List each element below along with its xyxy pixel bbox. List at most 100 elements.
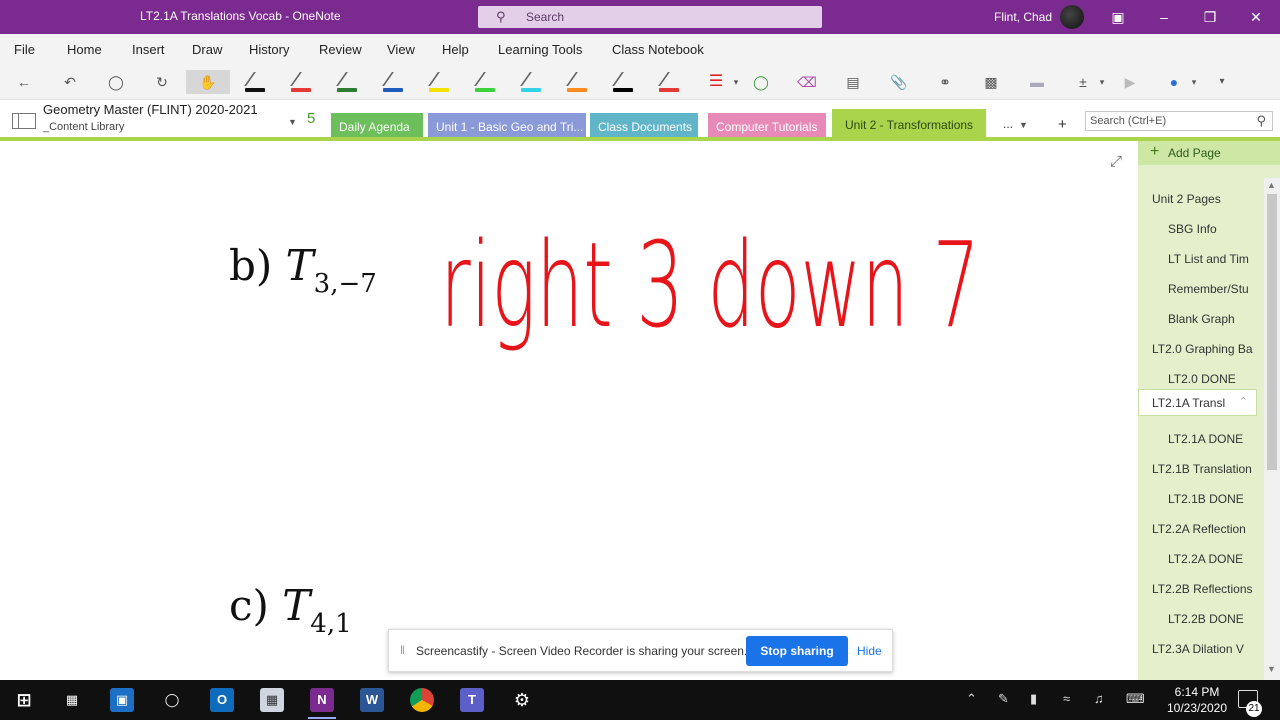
lasso-icon[interactable]: ↻: [150, 70, 174, 94]
outlook-icon[interactable]: O: [210, 688, 234, 712]
system-clock[interactable]: 6:14 PM 10/23/2020: [1162, 684, 1232, 716]
picture-icon[interactable]: ▩: [979, 70, 1003, 94]
eraser-icon[interactable]: ⌫: [795, 70, 819, 94]
search-icon[interactable]: ⚲: [1256, 113, 1266, 129]
scratch-app-icon[interactable]: ◯: [160, 688, 184, 712]
highlighter-orange-icon[interactable]: [566, 72, 588, 94]
stop-sharing-button[interactable]: Stop sharing: [746, 636, 848, 666]
highlighter-cyan-icon[interactable]: [520, 72, 542, 94]
notebook-icon[interactable]: [12, 113, 36, 129]
type-select-icon[interactable]: ◯: [104, 70, 128, 94]
section-tab-daily-agenda[interactable]: Daily Agenda: [331, 113, 423, 139]
replay-icon[interactable]: ▶: [1118, 70, 1142, 94]
page-item[interactable]: SBG Info: [1138, 216, 1266, 242]
navigate-back-icon[interactable]: 5: [307, 110, 315, 127]
menu-learning-tools[interactable]: Learning Tools: [498, 42, 582, 57]
page-item[interactable]: LT2.1A DONE: [1138, 426, 1266, 452]
insert-space-icon[interactable]: ▤: [841, 70, 865, 94]
attach-file-icon[interactable]: 📎: [887, 70, 911, 94]
battery-icon[interactable]: ▮: [1030, 691, 1037, 707]
page-item[interactable]: LT2.1B Translation: [1138, 456, 1266, 482]
section-tab-computer-tutorials[interactable]: Computer Tutorials: [708, 113, 826, 139]
pen-red-icon[interactable]: [290, 72, 312, 94]
page-item[interactable]: LT2.2A Reflection: [1138, 516, 1266, 542]
notebook-search-input[interactable]: Search (Ctrl+E) ⚲: [1085, 111, 1273, 131]
settings-gear-icon[interactable]: ⚙: [510, 688, 534, 712]
page-item[interactable]: Unit 2 Pages: [1138, 186, 1266, 212]
volume-icon[interactable]: ♫: [1094, 691, 1104, 706]
collapse-chevron-icon[interactable]: ⌃: [1239, 395, 1248, 408]
hide-button[interactable]: Hide: [857, 644, 882, 658]
windows-start-icon[interactable]: ⊞: [12, 688, 36, 712]
lasso-select-icon[interactable]: ◯: [749, 70, 773, 94]
chevron-down-icon[interactable]: ▼: [1019, 120, 1028, 130]
chrome-icon[interactable]: [410, 688, 434, 712]
pen-green-icon[interactable]: [336, 72, 358, 94]
ribbon-display-icon[interactable]: ▣: [1106, 7, 1130, 27]
section-tab-class-documents[interactable]: Class Documents: [590, 113, 698, 139]
notebook-name[interactable]: Geometry Master (FLINT) 2020-2021: [43, 102, 258, 117]
link-icon[interactable]: ⚭: [933, 70, 957, 94]
page-item[interactable]: LT2.3A Dilation V: [1138, 636, 1266, 662]
store-icon[interactable]: ▣: [110, 688, 134, 712]
undo-icon[interactable]: ↶: [58, 70, 82, 94]
menu-class-notebook[interactable]: Class Notebook: [612, 42, 704, 57]
scroll-down-icon[interactable]: ▼: [1267, 664, 1276, 674]
menu-view[interactable]: View: [387, 42, 415, 57]
highlighter-yellow-icon[interactable]: [428, 72, 450, 94]
pen-blue-icon[interactable]: [382, 72, 404, 94]
teams-icon[interactable]: T: [460, 688, 484, 712]
wifi-icon[interactable]: ≈: [1063, 691, 1070, 706]
word-icon[interactable]: W: [360, 688, 384, 712]
menu-draw[interactable]: Draw: [192, 42, 222, 57]
menu-home[interactable]: Home: [67, 42, 102, 57]
more-sections-icon[interactable]: ...: [1003, 117, 1013, 131]
ruler-icon[interactable]: ▬: [1025, 70, 1049, 94]
highlighter-green-icon[interactable]: [474, 72, 496, 94]
close-icon[interactable]: ✕: [1244, 7, 1268, 27]
onenote-icon[interactable]: N: [308, 688, 336, 719]
section-tab-unit-2[interactable]: Unit 2 - Transformations: [832, 109, 986, 139]
page-item[interactable]: LT List and Tim: [1138, 246, 1266, 272]
restore-icon[interactable]: ❐: [1198, 7, 1222, 27]
scroll-up-icon[interactable]: ▲: [1267, 180, 1276, 190]
minimize-icon[interactable]: –: [1152, 7, 1176, 27]
pan-hand-icon[interactable]: ✋: [186, 70, 230, 94]
back-icon[interactable]: ←: [12, 70, 36, 94]
menu-help[interactable]: Help: [442, 42, 469, 57]
pen-red-2-icon[interactable]: [658, 72, 680, 94]
keyboard-icon[interactable]: ⌨: [1126, 691, 1145, 707]
chevron-down-icon[interactable]: ▾: [724, 70, 748, 94]
page-item[interactable]: Remember/Stu: [1138, 276, 1266, 302]
page-item[interactable]: LT2.2B Reflections: [1138, 576, 1266, 602]
add-page-button[interactable]: + Add Page: [1138, 141, 1280, 165]
page-item-selected[interactable]: LT2.1A Transl ⌃: [1138, 389, 1257, 416]
page-canvas[interactable]: ⤢ b) T3,−7 right 3 down 7 c) T4,1: [0, 141, 1138, 680]
menu-insert[interactable]: Insert: [132, 42, 165, 57]
chevron-down-icon[interactable]: ▾: [1090, 70, 1114, 94]
page-item[interactable]: LT2.2A DONE: [1138, 546, 1266, 572]
section-tab-unit-1[interactable]: Unit 1 - Basic Geo and Tri...: [428, 113, 586, 139]
menu-file[interactable]: File: [14, 42, 35, 57]
pen-black-2-icon[interactable]: [612, 72, 634, 94]
expand-icon[interactable]: ⤢: [1110, 153, 1122, 170]
drag-handle-icon[interactable]: ‖: [400, 643, 405, 657]
page-item[interactable]: LT2.2B DONE: [1138, 606, 1266, 632]
menu-history[interactable]: History: [249, 42, 289, 57]
pages-scrollbar[interactable]: ▲ ▼: [1264, 178, 1280, 680]
section-group-name[interactable]: _Content Library: [43, 121, 124, 133]
scrollbar-thumb[interactable]: [1267, 194, 1277, 470]
avatar[interactable]: [1060, 5, 1084, 29]
chevron-down-icon[interactable]: ▾: [1182, 70, 1206, 94]
page-item[interactable]: Blank Graph: [1138, 306, 1266, 332]
add-section-icon[interactable]: +: [1058, 116, 1067, 133]
page-item[interactable]: LT2.1B DONE: [1138, 486, 1266, 512]
tray-pen-icon[interactable]: ✎: [998, 691, 1009, 707]
task-view-icon[interactable]: ▦: [60, 688, 84, 712]
user-name[interactable]: Flint, Chad: [994, 10, 1052, 24]
calculator-icon[interactable]: ▦: [260, 688, 284, 712]
title-search-box[interactable]: ⚲ Search: [478, 6, 822, 28]
menu-review[interactable]: Review: [319, 42, 362, 57]
more-options-icon[interactable]: ▾: [1210, 70, 1234, 94]
page-item[interactable]: LT2.0 Graphing Ba: [1138, 336, 1266, 362]
